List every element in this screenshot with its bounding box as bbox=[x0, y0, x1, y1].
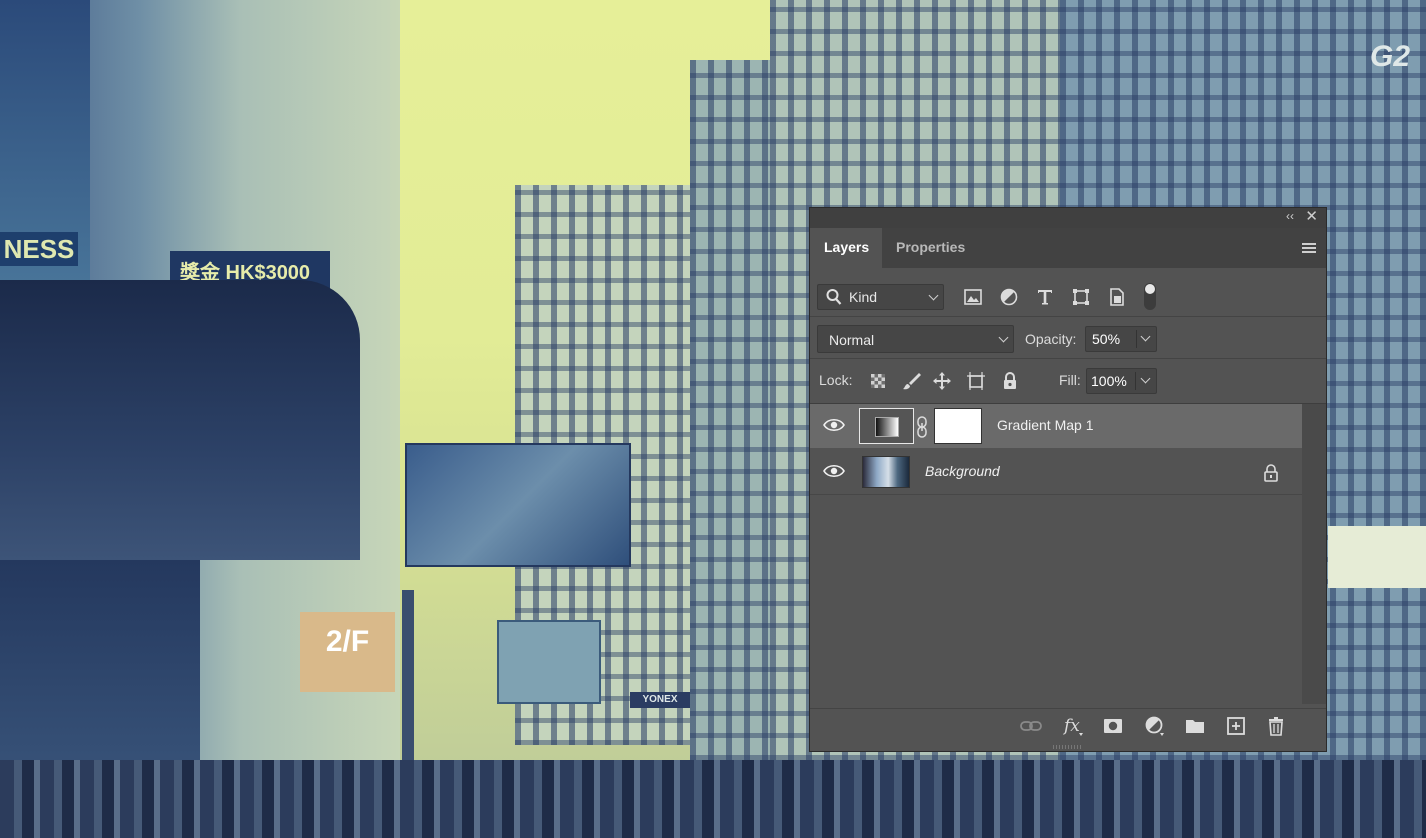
new-layer-icon[interactable] bbox=[1225, 715, 1247, 737]
fitness-sign: NESS bbox=[0, 232, 78, 266]
svg-text:fx: fx bbox=[1062, 716, 1080, 736]
opacity-label: Opacity: bbox=[1025, 331, 1077, 347]
background-layer-thumbnail[interactable] bbox=[862, 456, 910, 488]
eye-visibility-icon[interactable] bbox=[823, 417, 845, 433]
opacity-dropdown-icon[interactable] bbox=[1140, 331, 1151, 342]
g2-sign: G2 bbox=[1370, 40, 1411, 73]
eye-visibility-icon[interactable] bbox=[823, 463, 845, 479]
panel-title-bar: ‹‹ ✕ bbox=[810, 208, 1326, 228]
fill-label: Fill: bbox=[1059, 372, 1081, 388]
shape-filter-icon[interactable] bbox=[1071, 287, 1091, 307]
add-mask-icon[interactable] bbox=[1102, 715, 1124, 737]
opacity-input[interactable]: 50% bbox=[1085, 326, 1157, 352]
layers-scrollbar[interactable] bbox=[1302, 404, 1326, 704]
lock-label: Lock: bbox=[819, 372, 853, 388]
chevron-down-icon bbox=[928, 290, 939, 301]
fitness-billboard bbox=[405, 443, 631, 567]
fill-value: 100% bbox=[1091, 373, 1127, 389]
tab-layers[interactable]: Layers bbox=[810, 228, 882, 268]
adjustment-filter-icon[interactable] bbox=[999, 287, 1019, 307]
layer-row-gradient-map[interactable]: Gradient Map 1 bbox=[810, 404, 1302, 448]
lock-artboard-icon[interactable] bbox=[966, 371, 986, 391]
lock-image-pixels-brush-icon[interactable] bbox=[902, 371, 922, 391]
delete-layer-trash-icon[interactable] bbox=[1265, 715, 1287, 737]
lock-all-icon[interactable] bbox=[1000, 371, 1020, 391]
layer-name[interactable]: Background bbox=[925, 463, 1000, 479]
layers-list: Gradient Map 1 Background bbox=[810, 404, 1302, 704]
new-adjustment-layer-icon[interactable] bbox=[1144, 715, 1166, 737]
chevron-down-icon bbox=[998, 332, 1009, 343]
smart-object-filter-icon[interactable] bbox=[1107, 287, 1127, 307]
blend-mode-select[interactable]: Normal bbox=[817, 325, 1014, 353]
chinese-sign-right bbox=[1328, 526, 1426, 588]
link-layers-icon[interactable] bbox=[1020, 715, 1042, 737]
image-filter-icon[interactable] bbox=[963, 287, 983, 307]
layers-bottom-toolbar: fx bbox=[810, 708, 1326, 743]
awning bbox=[0, 280, 360, 560]
fx-layer-style-icon[interactable]: fx bbox=[1062, 715, 1084, 737]
layer-name[interactable]: Gradient Map 1 bbox=[997, 417, 1094, 433]
filter-kind-select[interactable]: Kind bbox=[817, 284, 944, 310]
fill-input[interactable]: 100% bbox=[1086, 368, 1157, 394]
panel-menu-icon[interactable] bbox=[1302, 243, 1316, 255]
panel-tabbar: Layers Properties bbox=[810, 228, 1326, 268]
filter-kind-label: Kind bbox=[849, 289, 878, 305]
blend-row: Normal Opacity: 50% bbox=[810, 318, 1326, 359]
close-panel-button[interactable]: ✕ bbox=[1305, 207, 1318, 225]
collapse-panel-button[interactable]: ‹‹ bbox=[1286, 209, 1294, 223]
mask-link-icon[interactable] bbox=[916, 416, 928, 438]
lock-transparent-pixels-icon[interactable] bbox=[868, 371, 888, 391]
floor-sign: 2/F bbox=[300, 612, 395, 692]
star-sign bbox=[497, 620, 601, 704]
search-icon bbox=[826, 289, 842, 305]
layers-panel: ‹‹ ✕ Layers Properties Kind Normal Opaci… bbox=[809, 207, 1327, 752]
layer-mask-thumbnail[interactable] bbox=[934, 408, 982, 444]
new-group-folder-icon[interactable] bbox=[1184, 715, 1206, 737]
tab-properties[interactable]: Properties bbox=[882, 228, 979, 268]
gradient-map-adjustment-thumbnail[interactable] bbox=[859, 408, 914, 444]
street-crowd bbox=[0, 760, 1426, 838]
lock-position-move-icon[interactable] bbox=[932, 371, 952, 391]
opacity-value: 50% bbox=[1092, 331, 1121, 347]
type-filter-icon[interactable] bbox=[1035, 287, 1055, 307]
blend-mode-value: Normal bbox=[829, 332, 875, 348]
yonex-sign: YONEX bbox=[630, 692, 690, 708]
filter-row: Kind bbox=[810, 278, 1326, 317]
fill-dropdown-icon[interactable] bbox=[1140, 373, 1151, 384]
lock-row: Lock: Fill: 100% bbox=[810, 359, 1326, 404]
layer-lock-icon[interactable] bbox=[1263, 464, 1279, 482]
filter-toggle-switch[interactable] bbox=[1144, 283, 1156, 310]
panel-resize-grip[interactable] bbox=[1053, 745, 1083, 749]
layer-row-background[interactable]: Background bbox=[810, 450, 1302, 495]
